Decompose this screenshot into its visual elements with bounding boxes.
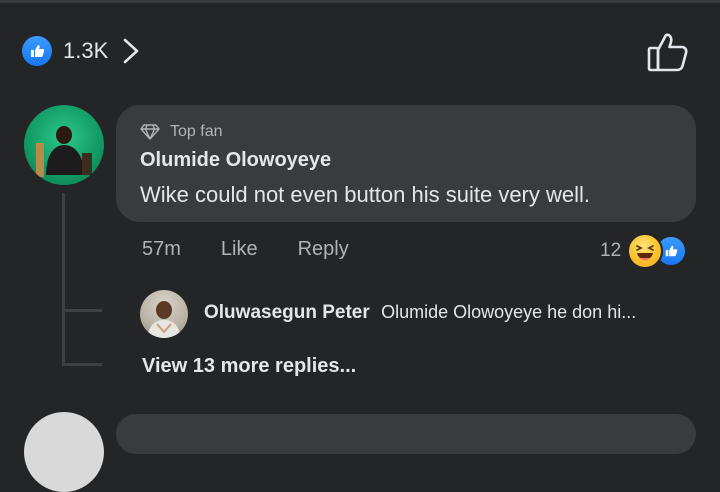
comment-actions: 57m Like Reply — [142, 238, 389, 261]
thread-line — [62, 193, 65, 363]
comment-text: Wike could not even button his suite ver… — [140, 182, 591, 207]
thread-branch — [62, 363, 102, 366]
like-reaction-icon — [22, 36, 52, 66]
reply-link[interactable]: Reply — [298, 238, 349, 261]
top-fan-badge: Top fan — [140, 123, 222, 141]
chevron-right-icon[interactable] — [122, 36, 144, 66]
haha-reaction-icon — [627, 233, 664, 269]
reply-snippet: Olumide Olowoyeye he don hi... — [381, 302, 637, 322]
reactions-summary[interactable]: 1.3K — [22, 33, 144, 69]
comment-reactions[interactable]: 12 — [600, 233, 688, 269]
thread-branch — [62, 309, 102, 312]
view-more-replies[interactable]: View 13 more replies... — [142, 355, 356, 378]
like-button-icon[interactable] — [644, 29, 690, 75]
like-link[interactable]: Like — [221, 238, 258, 261]
top-divider — [0, 0, 720, 3]
next-comment-avatar[interactable] — [24, 412, 104, 492]
reply-preview[interactable]: Oluwasegun Peter Olumide Olowoyeye he do… — [204, 302, 704, 324]
reaction-count: 1.3K — [63, 38, 109, 63]
comment-timestamp[interactable]: 57m — [142, 238, 181, 261]
reply-author[interactable]: Oluwasegun Peter — [204, 302, 370, 323]
next-comment-bubble — [116, 414, 696, 454]
avatar[interactable] — [24, 105, 104, 185]
comment-reaction-count: 12 — [600, 240, 622, 261]
comment-author[interactable]: Olumide Olowoyeye — [140, 149, 331, 172]
reply-avatar[interactable] — [140, 290, 188, 338]
badge-label: Top fan — [170, 123, 223, 140]
comment-bubble: Top fan Olumide Olowoyeye Wike could not… — [116, 105, 696, 222]
diamond-icon — [140, 124, 160, 140]
